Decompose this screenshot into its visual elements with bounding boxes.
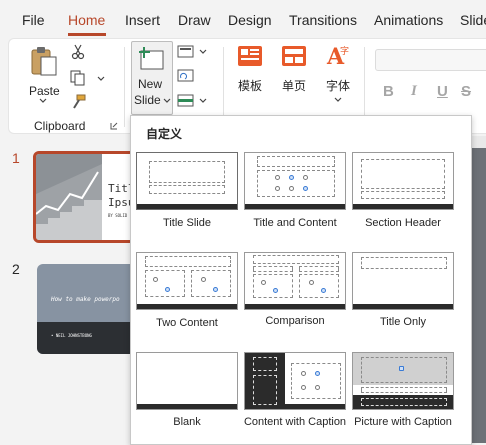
slide-thumbnail-1[interactable]: Titl Ipsu BY SOLID (33, 151, 143, 243)
new-slide-label-1: New (138, 77, 163, 91)
cut-icon[interactable] (71, 44, 85, 60)
reset-icon[interactable] (177, 69, 195, 83)
paste-dropdown-icon[interactable] (39, 98, 47, 104)
tab-draw[interactable]: Draw (178, 12, 211, 28)
layout-title-slide[interactable] (136, 152, 238, 210)
clipboard-group-label: Clipboard (34, 119, 86, 133)
layout-content-with-caption[interactable] (244, 352, 346, 410)
slide2-footer-band (37, 322, 141, 354)
paste-button[interactable]: Paste (27, 45, 61, 105)
tab-slide-show[interactable]: Slide (460, 12, 486, 28)
bold-button[interactable]: B (383, 83, 394, 100)
section-icon[interactable] (177, 94, 195, 108)
svg-text:字: 字 (340, 45, 349, 56)
layout-picture-with-caption[interactable] (352, 352, 454, 410)
layout-comparison[interactable] (244, 252, 346, 310)
layout-label: Content with Caption (243, 416, 347, 428)
stairs-image (36, 154, 102, 240)
new-slide-button[interactable]: New Slide (131, 41, 173, 115)
italic-button[interactable]: I (411, 83, 417, 100)
tab-file[interactable]: File (22, 12, 45, 28)
single-page-icon[interactable] (281, 45, 307, 69)
template-icon[interactable] (237, 45, 263, 69)
layout-label: Title Only (379, 316, 427, 328)
tab-transitions[interactable]: Transitions (289, 12, 357, 28)
slide2-title: How to make powerpo (51, 296, 120, 303)
gallery-section-title: 自定义 (146, 127, 183, 141)
layout-two-content[interactable] (136, 252, 238, 310)
slide2-author: • NEIL JOHNSTBONG (51, 333, 92, 338)
group-separator (124, 47, 125, 127)
tab-design[interactable]: Design (228, 12, 272, 28)
new-slide-dropdown-icon (163, 98, 171, 103)
single-page-label[interactable]: 单页 (282, 77, 306, 94)
tab-insert[interactable]: Insert (125, 12, 160, 28)
slide-number: 1 (12, 150, 20, 166)
strikethrough-button[interactable]: S (461, 83, 471, 100)
font-dropdown-icon[interactable] (334, 97, 342, 103)
new-slide-label-2: Slide (134, 93, 161, 107)
copy-icon[interactable] (70, 70, 86, 86)
copy-dropdown-icon[interactable] (97, 76, 105, 82)
layout-section-header[interactable] (352, 152, 454, 210)
layout-label: Blank (173, 416, 201, 428)
template-label[interactable]: 模板 (238, 77, 262, 94)
tab-animations[interactable]: Animations (374, 12, 443, 28)
layout-label: Title Slide (163, 217, 211, 229)
font-label[interactable]: 字体 (326, 77, 350, 94)
layout-label: Section Header (365, 217, 441, 229)
dialog-launcher-icon[interactable] (110, 122, 118, 130)
layout-blank[interactable] (136, 352, 238, 410)
paste-label: Paste (29, 84, 60, 98)
underline-button[interactable]: U (437, 83, 448, 100)
slide-thumbnail-2[interactable]: How to make powerpo • NEIL JOHNSTBONG (37, 264, 141, 354)
paste-icon (31, 47, 57, 76)
section-dropdown-icon[interactable] (199, 98, 207, 104)
active-tab-indicator (68, 33, 106, 36)
font-icon[interactable]: A字 (325, 43, 351, 69)
layout-title-and-content[interactable] (244, 152, 346, 210)
slide-number: 2 (12, 261, 20, 277)
tab-home[interactable]: Home (68, 12, 105, 28)
layout-dropdown-icon[interactable] (199, 49, 207, 55)
new-slide-icon (139, 47, 164, 70)
layout-icon[interactable] (177, 45, 195, 59)
slide1-subtitle: BY SOLID (108, 213, 128, 218)
layout-label: Comparison (265, 315, 325, 327)
font-name-box[interactable] (375, 49, 486, 71)
layout-title-only[interactable] (352, 252, 454, 310)
format-painter-icon[interactable] (70, 94, 86, 110)
layout-gallery: 自定义 Title Slide Title and Content Sectio… (130, 115, 472, 445)
layout-label: Picture with Caption (354, 416, 452, 428)
ribbon-tabs: File Home Insert Draw Design Transitions… (0, 0, 486, 38)
layout-label: Title and Content (253, 217, 337, 229)
layout-label: Two Content (156, 317, 218, 329)
